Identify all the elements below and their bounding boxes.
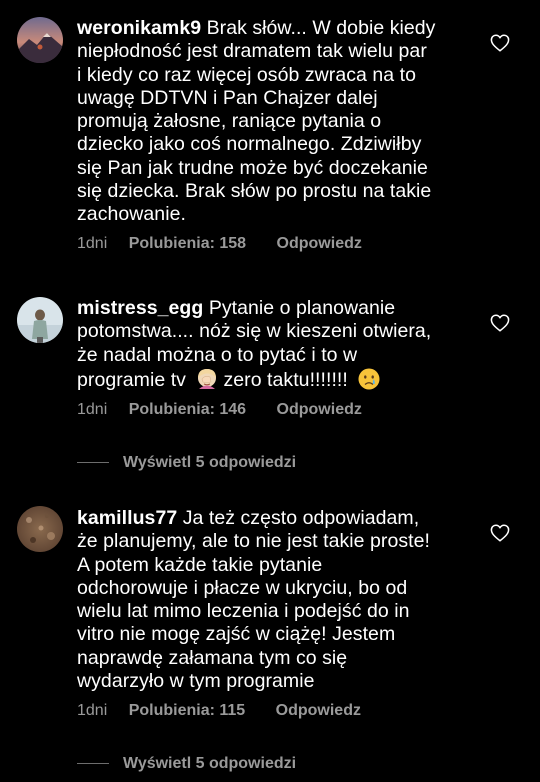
- username[interactable]: kamillus77: [77, 507, 177, 529]
- comment-timestamp: 1dni: [77, 702, 108, 719]
- heart-outline-icon[interactable]: [490, 524, 510, 542]
- likes-count[interactable]: Polubienia: 158: [129, 235, 246, 253]
- comment-text-line: vitro nie mogę zajść w ciążę! Jestem: [77, 623, 396, 646]
- likes-count[interactable]: Polubienia: 115: [129, 702, 245, 720]
- divider-line: [77, 763, 109, 765]
- reply-button[interactable]: Odpowiedz: [276, 702, 361, 720]
- comment-text-line: programie tv: [77, 368, 186, 391]
- comment-text-line: Pytanie o planowanie: [208, 297, 396, 319]
- view-replies-button[interactable]: Wyświetl 5 odpowiedzi: [77, 755, 296, 773]
- username[interactable]: weronikamk9: [77, 17, 201, 39]
- woman-facepalming-emoji: [198, 368, 217, 389]
- username[interactable]: mistress_egg: [77, 297, 203, 319]
- avatar[interactable]: [17, 506, 63, 552]
- reply-button[interactable]: Odpowiedz: [277, 401, 362, 419]
- comment-text-line: że nadal można o to pytać i to w: [77, 343, 358, 366]
- comment-text-line: zero taktu!!!!!!!: [223, 368, 348, 391]
- comment-text-line: odchorowuje i płacze w ukryciu, bo od: [77, 576, 408, 599]
- avatar[interactable]: [17, 17, 63, 63]
- comment-text-line: że planujemy, ale to nie jest takie pros…: [77, 530, 430, 553]
- comment-text-line: niepłodność jest dramatem tak wielu par: [77, 40, 427, 63]
- comment-text-line: uwagę DDTVN i Pan Chajzer dalej: [77, 86, 378, 109]
- heart-outline-icon[interactable]: [490, 314, 510, 332]
- comment-text-line: wielu lat mimo leczenia i podejść do in: [77, 600, 410, 623]
- comment-timestamp: 1dni: [77, 401, 108, 418]
- divider-line: [77, 462, 109, 464]
- comment-text-line: promują żałosne, raniące pytania o: [77, 110, 382, 133]
- view-replies-button[interactable]: Wyświetl 5 odpowiedzi: [77, 454, 296, 472]
- comment-timestamp: 1dni: [77, 235, 108, 252]
- comment-text-line: się dziecka. Brak słów po prostu na taki…: [77, 180, 432, 203]
- avatar[interactable]: [17, 297, 63, 343]
- comment-text-line: Brak słów... W dobie kiedy: [206, 17, 436, 39]
- comment-text-line: naprawdę załamana tym co się: [77, 646, 348, 669]
- comment-text-line: wydarzyło w tym programie: [77, 670, 315, 693]
- comment-text-line: Ja też często odpowiadam,: [182, 507, 420, 529]
- likes-count[interactable]: Polubienia: 146: [129, 401, 246, 419]
- view-replies-label: Wyświetl 5 odpowiedzi: [123, 454, 297, 471]
- comment-text-line: zachowanie.: [77, 203, 186, 226]
- comment-text-line: A potem każde takie pytanie: [77, 553, 323, 576]
- comment-text-line: potomstwa.... nóż się w kieszeni otwiera…: [77, 320, 432, 343]
- comment-text-line: się Pan jak trudne może być doczekanie: [77, 156, 428, 179]
- comment-text-line: i kiedy co raz więcej osób zwraca na to: [77, 63, 417, 86]
- crying-face-emoji: [358, 368, 380, 390]
- view-replies-label: Wyświetl 5 odpowiedzi: [123, 755, 297, 772]
- reply-button[interactable]: Odpowiedz: [277, 235, 362, 253]
- comment-text-line: dziecko jako coś normalnego. Zdziwiłby: [77, 133, 422, 156]
- heart-outline-icon[interactable]: [490, 34, 510, 52]
